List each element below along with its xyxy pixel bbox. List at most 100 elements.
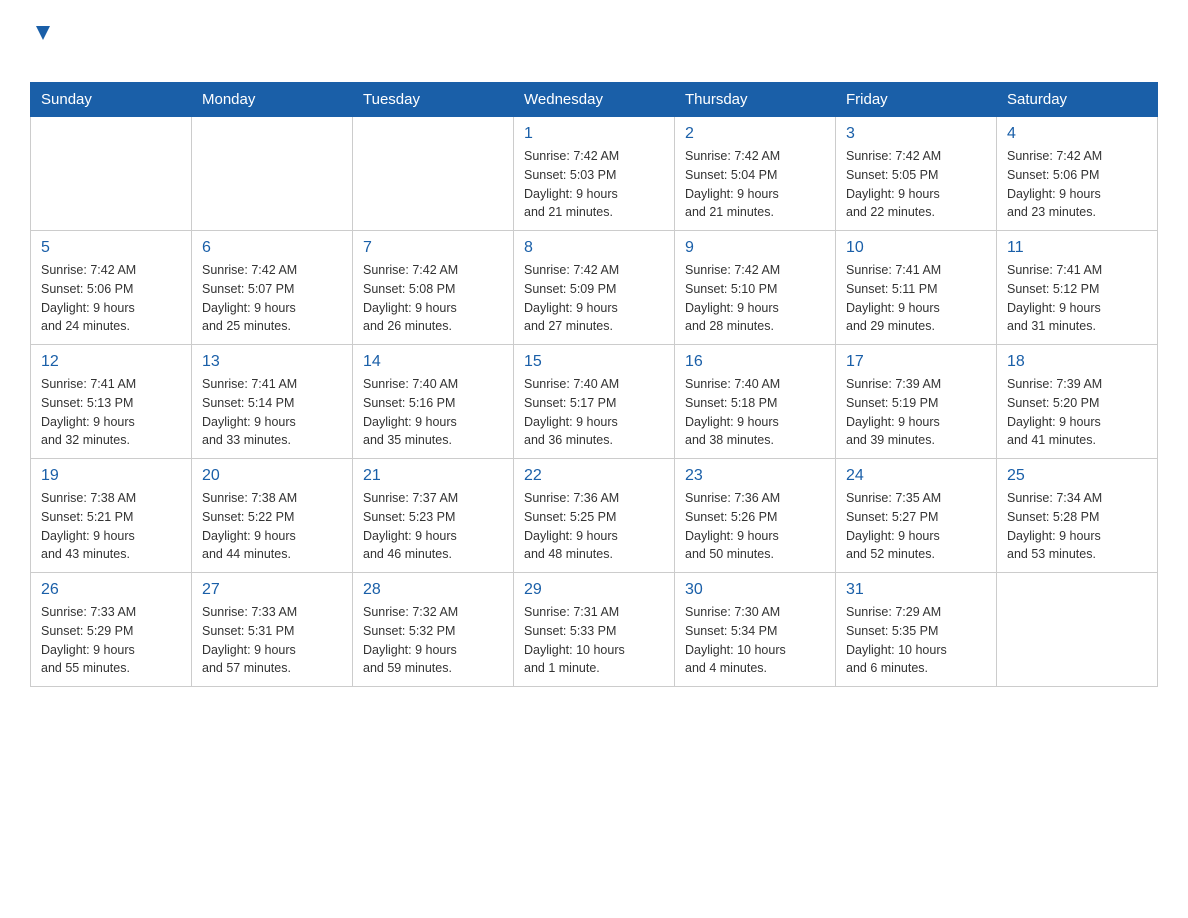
weekday-header-wednesday: Wednesday [514,83,675,117]
day-info: Sunrise: 7:42 AM Sunset: 5:09 PM Dayligh… [524,261,664,336]
day-info: Sunrise: 7:42 AM Sunset: 5:10 PM Dayligh… [685,261,825,336]
day-info: Sunrise: 7:40 AM Sunset: 5:18 PM Dayligh… [685,375,825,450]
day-info: Sunrise: 7:29 AM Sunset: 5:35 PM Dayligh… [846,603,986,678]
day-number: 23 [685,467,825,485]
calendar-cell: 31 Sunrise: 7:29 AM Sunset: 5:35 PM Dayli… [836,573,997,687]
day-info: Sunrise: 7:36 AM Sunset: 5:25 PM Dayligh… [524,489,664,564]
day-info: Sunrise: 7:41 AM Sunset: 5:13 PM Dayligh… [41,375,181,450]
calendar-cell: 12 Sunrise: 7:41 AM Sunset: 5:13 PM Dayli… [31,345,192,459]
calendar-cell: 7Sunrise: 7:42 AM Sunset: 5:08 PM Daylig… [353,231,514,345]
calendar-cell: 17Sunrise: 7:39 AM Sunset: 5:19 PM Dayli… [836,345,997,459]
calendar-cell: 28Sunrise: 7:32 AM Sunset: 5:32 PM Dayli… [353,573,514,687]
day-info: Sunrise: 7:36 AM Sunset: 5:26 PM Dayligh… [685,489,825,564]
day-info: Sunrise: 7:42 AM Sunset: 5:05 PM Dayligh… [846,147,986,222]
calendar-cell: 29Sunrise: 7:31 AM Sunset: 5:33 PM Dayli… [514,573,675,687]
day-info: Sunrise: 7:34 AM Sunset: 5:28 PM Dayligh… [1007,489,1147,564]
day-number: 5 [41,239,181,257]
calendar-cell: 16 Sunrise: 7:40 AM Sunset: 5:18 PM Dayli… [675,345,836,459]
calendar-cell: 8 Sunrise: 7:42 AM Sunset: 5:09 PM Daylig… [514,231,675,345]
calendar-cell: 1 Sunrise: 7:42 AM Sunset: 5:03 PM Daylig… [514,117,675,231]
day-info: Sunrise: 7:42 AM Sunset: 5:03 PM Dayligh… [524,147,664,222]
weekday-header-monday: Monday [192,83,353,117]
day-number: 2 [685,125,825,143]
calendar-cell: 18 Sunrise: 7:39 AM Sunset: 5:20 PM Dayli… [997,345,1158,459]
weekday-header-thursday: Thursday [675,83,836,117]
calendar-cell: 6 Sunrise: 7:42 AM Sunset: 5:07 PM Daylig… [192,231,353,345]
day-number: 15 [524,353,664,371]
weekday-header-sunday: Sunday [31,83,192,117]
day-info: Sunrise: 7:37 AM Sunset: 5:23 PM Dayligh… [363,489,503,564]
calendar-cell: 2 Sunrise: 7:42 AM Sunset: 5:04 PM Daylig… [675,117,836,231]
day-info: Sunrise: 7:41 AM Sunset: 5:11 PM Dayligh… [846,261,986,336]
calendar-cell: 15 Sunrise: 7:40 AM Sunset: 5:17 PM Dayli… [514,345,675,459]
day-info: Sunrise: 7:42 AM Sunset: 5:04 PM Dayligh… [685,147,825,222]
day-number: 30 [685,581,825,599]
day-number: 22 [524,467,664,485]
calendar-cell: 27 Sunrise: 7:33 AM Sunset: 5:31 PM Dayli… [192,573,353,687]
day-number: 26 [41,581,181,599]
day-number: 18 [1007,353,1147,371]
calendar-cell: 19 Sunrise: 7:38 AM Sunset: 5:21 PM Dayli… [31,459,192,573]
calendar-table: SundayMondayTuesdayWednesdayThursdayFrid… [30,82,1158,687]
day-number: 1 [524,125,664,143]
day-number: 16 [685,353,825,371]
weekday-header-row: SundayMondayTuesdayWednesdayThursdayFrid… [31,83,1158,117]
day-info: Sunrise: 7:42 AM Sunset: 5:07 PM Dayligh… [202,261,342,336]
calendar-week-row: 26 Sunrise: 7:33 AM Sunset: 5:29 PM Dayli… [31,573,1158,687]
day-number: 24 [846,467,986,485]
day-info: Sunrise: 7:42 AM Sunset: 5:06 PM Dayligh… [41,261,181,336]
day-info: Sunrise: 7:38 AM Sunset: 5:22 PM Dayligh… [202,489,342,564]
day-info: Sunrise: 7:35 AM Sunset: 5:27 PM Dayligh… [846,489,986,564]
day-info: Sunrise: 7:39 AM Sunset: 5:19 PM Dayligh… [846,375,986,450]
calendar-cell: 20 Sunrise: 7:38 AM Sunset: 5:22 PM Dayli… [192,459,353,573]
day-number: 25 [1007,467,1147,485]
calendar-cell: 24 Sunrise: 7:35 AM Sunset: 5:27 PM Dayli… [836,459,997,573]
weekday-header-saturday: Saturday [997,83,1158,117]
calendar-cell: 3 Sunrise: 7:42 AM Sunset: 5:05 PM Daylig… [836,117,997,231]
day-info: Sunrise: 7:40 AM Sunset: 5:17 PM Dayligh… [524,375,664,450]
page-header [30,20,1158,72]
day-number: 8 [524,239,664,257]
day-number: 28 [363,581,503,599]
day-number: 21 [363,467,503,485]
calendar-cell: 11Sunrise: 7:41 AM Sunset: 5:12 PM Dayli… [997,231,1158,345]
day-info: Sunrise: 7:33 AM Sunset: 5:29 PM Dayligh… [41,603,181,678]
calendar-cell: 23 Sunrise: 7:36 AM Sunset: 5:26 PM Dayli… [675,459,836,573]
day-number: 13 [202,353,342,371]
day-number: 20 [202,467,342,485]
day-number: 11 [1007,239,1147,257]
day-number: 31 [846,581,986,599]
calendar-cell: 9Sunrise: 7:42 AM Sunset: 5:10 PM Daylig… [675,231,836,345]
day-number: 12 [41,353,181,371]
day-info: Sunrise: 7:31 AM Sunset: 5:33 PM Dayligh… [524,603,664,678]
calendar-cell [31,117,192,231]
calendar-cell: 25 Sunrise: 7:34 AM Sunset: 5:28 PM Dayli… [997,459,1158,573]
day-number: 3 [846,125,986,143]
calendar-cell: 30Sunrise: 7:30 AM Sunset: 5:34 PM Dayli… [675,573,836,687]
calendar-cell: 5 Sunrise: 7:42 AM Sunset: 5:06 PM Daylig… [31,231,192,345]
day-number: 27 [202,581,342,599]
weekday-header-friday: Friday [836,83,997,117]
day-info: Sunrise: 7:33 AM Sunset: 5:31 PM Dayligh… [202,603,342,678]
calendar-cell: 21 Sunrise: 7:37 AM Sunset: 5:23 PM Dayli… [353,459,514,573]
day-info: Sunrise: 7:39 AM Sunset: 5:20 PM Dayligh… [1007,375,1147,450]
calendar-cell [192,117,353,231]
calendar-cell: 22 Sunrise: 7:36 AM Sunset: 5:25 PM Dayli… [514,459,675,573]
weekday-header-tuesday: Tuesday [353,83,514,117]
day-number: 6 [202,239,342,257]
calendar-cell: 26 Sunrise: 7:33 AM Sunset: 5:29 PM Dayli… [31,573,192,687]
calendar-week-row: 12 Sunrise: 7:41 AM Sunset: 5:13 PM Dayli… [31,345,1158,459]
calendar-cell: 4Sunrise: 7:42 AM Sunset: 5:06 PM Daylig… [997,117,1158,231]
day-info: Sunrise: 7:42 AM Sunset: 5:06 PM Dayligh… [1007,147,1147,222]
calendar-cell: 10Sunrise: 7:41 AM Sunset: 5:11 PM Dayli… [836,231,997,345]
day-number: 14 [363,353,503,371]
day-info: Sunrise: 7:38 AM Sunset: 5:21 PM Dayligh… [41,489,181,564]
logo-triangle-icon [32,22,54,44]
day-number: 19 [41,467,181,485]
calendar-week-row: 1 Sunrise: 7:42 AM Sunset: 5:03 PM Daylig… [31,117,1158,231]
day-number: 7 [363,239,503,257]
calendar-week-row: 5 Sunrise: 7:42 AM Sunset: 5:06 PM Daylig… [31,231,1158,345]
calendar-cell [353,117,514,231]
day-info: Sunrise: 7:41 AM Sunset: 5:14 PM Dayligh… [202,375,342,450]
calendar-cell: 13 Sunrise: 7:41 AM Sunset: 5:14 PM Dayli… [192,345,353,459]
